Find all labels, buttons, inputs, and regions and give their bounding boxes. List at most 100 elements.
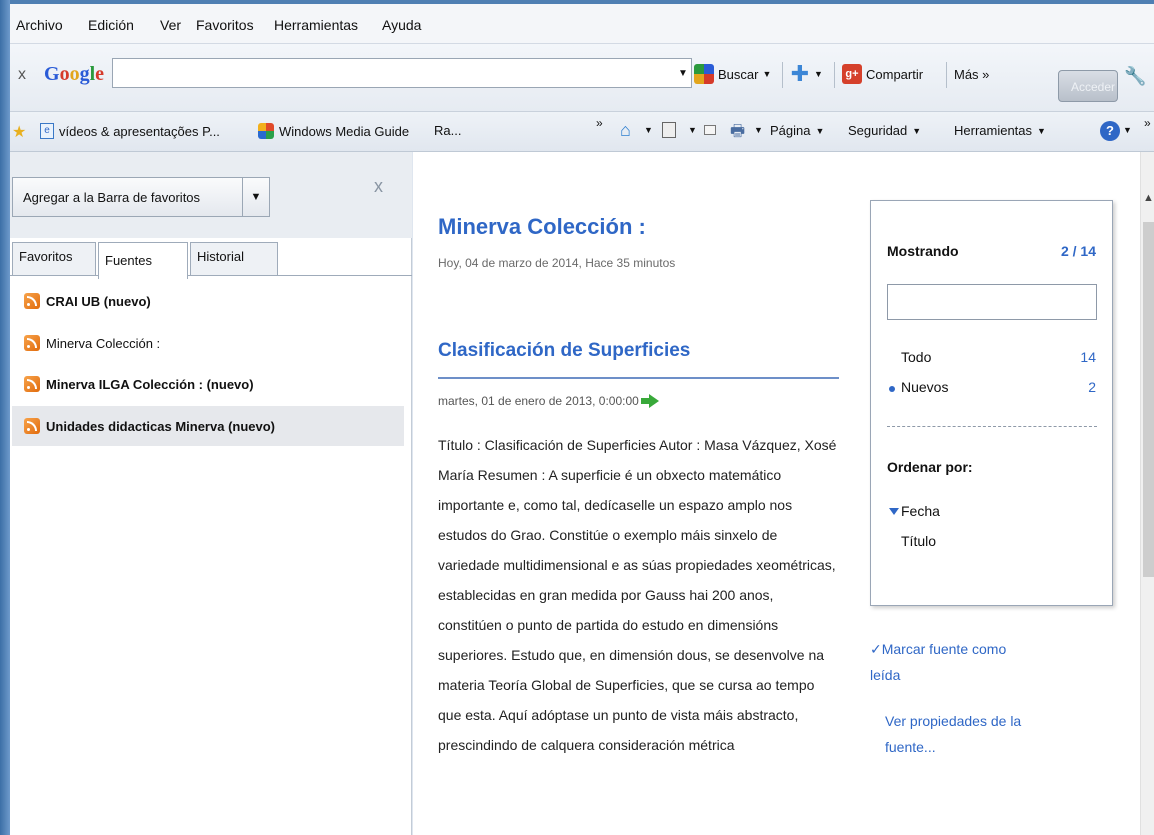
chevrons-right-icon[interactable]: » [596,116,603,130]
chevron-down-icon[interactable]: ▼ [1123,125,1132,135]
tab-favoritos[interactable]: Favoritos [12,242,96,276]
wrench-icon[interactable]: 🔧 [1124,66,1146,87]
favorite-label: vídeos & apresentações P... [59,123,220,139]
favorite-label: Windows Media Guide [279,123,410,139]
print-icon[interactable]: 🖶 [730,120,745,147]
feed-item-minerva-ilga[interactable]: Minerva ILGA Colección : (nuevo) [12,368,404,400]
menu-ayuda[interactable]: Ayuda [382,17,421,33]
tab-fuentes[interactable]: Fuentes [98,242,188,279]
go-arrow-icon[interactable] [640,394,659,408]
item-date-label: martes, 01 de enero de 2013, 0:00:00 [438,394,639,408]
sort-by-date[interactable]: Fecha [901,503,940,519]
chevron-down-icon[interactable]: ▼ [243,191,269,203]
chevron-down-icon: ▼ [912,125,922,136]
mark-read-label: Marcar fuente como [881,641,1007,657]
menu-ver[interactable]: Ver [160,17,181,33]
google-toolbar: x Google ▼ Buscar ▼ ✚ ▼ g+ Compartir Más… [10,44,1154,112]
seguridad-menu[interactable]: Seguridad ▼ [848,123,921,138]
mas-button[interactable]: Más » [954,61,989,87]
feed-title[interactable]: Minerva Colección : [438,214,646,240]
chevron-down-icon: ▼ [815,125,825,136]
add-to-favorites-bar-button[interactable]: Agregar a la Barra de favoritos ▼ [12,177,270,217]
favorite-item-videos[interactable]: e vídeos & apresentações P... [40,123,220,139]
vertical-scrollbar[interactable]: ▲ [1140,152,1154,835]
acceder-button[interactable]: Acceder [1058,70,1118,102]
scrollbar-thumb[interactable] [1143,222,1154,577]
add-button[interactable]: ✚ ▼ [790,61,823,87]
pane-close-icon[interactable]: x [374,176,383,197]
google-logo: Google [44,63,105,85]
chevron-down-icon[interactable]: ▼ [754,125,763,135]
item-title-link[interactable]: Clasificación de Superficies [438,340,690,362]
showing-label: Mostrando [887,243,959,259]
buscar-button[interactable]: Buscar ▼ [694,61,771,87]
menu-edicion[interactable]: Edición [88,17,134,33]
seguridad-label: Seguridad [848,123,908,138]
chevron-down-icon: ▼ [814,69,823,79]
feed-label: Minerva Colección : [46,335,161,351]
feed-label: Unidades didacticas Minerva (nuevo) [46,418,276,434]
item-body: Título : Clasificación de Superficies Au… [438,437,837,753]
filter-panel: Mostrando 2 / 14 Todo 14 Nuevos 2 Ordena… [870,200,1113,606]
filter-all[interactable]: Todo [901,349,931,365]
filter-new[interactable]: Nuevos [901,379,948,395]
herramientas-menu[interactable]: Herramientas ▼ [954,123,1046,138]
help-icon[interactable]: ? [1100,121,1120,141]
feed-label: Minerva ILGA Colección : (nuevo) [46,376,254,392]
rss-icon [24,335,40,351]
mark-feed-read-link[interactable]: ✓Marcar fuente como leída [870,636,1006,688]
chevrons-right-icon[interactable]: » [1144,116,1151,130]
sort-by-title[interactable]: Título [901,533,936,549]
compartir-label: Compartir [866,66,924,82]
item-date: martes, 01 de enero de 2013, 0:00:00 [438,394,659,408]
toolbar-separator [782,62,783,88]
feed-item-unidades-didacticas[interactable]: Unidades didacticas Minerva (nuevo) [12,406,404,446]
menu-bar: Archivo Edición Ver Favoritos Herramient… [10,4,1154,44]
google-search-input[interactable] [112,58,692,88]
scroll-up-icon[interactable]: ▲ [1143,192,1154,204]
buscar-label: Buscar [718,66,759,82]
pagina-menu[interactable]: Página ▼ [770,123,824,138]
sort-down-icon [889,508,899,515]
chevron-down-icon: ▼ [1037,125,1046,136]
mail-icon[interactable] [704,125,716,135]
chevron-down-icon[interactable]: ▼ [688,125,697,135]
star-add-icon[interactable]: ★ [12,122,26,142]
properties-label: Ver propiedades de la [885,713,1022,729]
add-to-favorites-bar-label: Agregar a la Barra de favoritos [13,178,243,216]
chevron-down-icon[interactable]: ▼ [644,125,653,135]
google-search-icon [694,64,714,84]
mas-label: Más » [954,66,990,82]
pagina-label: Página [770,123,811,138]
filter-new-count[interactable]: 2 [1088,379,1096,395]
menu-archivo[interactable]: Archivo [16,17,63,33]
favorite-item-windows-media[interactable]: Windows Media Guide [258,123,409,139]
home-icon[interactable]: ⌂ [620,120,631,141]
search-dropdown-icon[interactable]: ▼ [678,68,688,79]
google-toolbar-close-icon[interactable]: x [18,66,26,84]
feed-item-minerva-coleccion[interactable]: Minerva Colección : [12,327,404,359]
view-feed-properties-link[interactable]: Ver propiedades de la fuente... [885,708,1021,760]
compartir-button[interactable]: g+ Compartir [842,61,923,87]
favorite-item-ra[interactable]: Ra... [434,123,461,138]
plus-icon: ✚ [790,61,810,86]
menu-herramientas[interactable]: Herramientas [274,17,358,33]
showing-count: 2 / 14 [1060,243,1096,259]
toolbar-separator [834,62,835,88]
menu-favoritos[interactable]: Favoritos [196,17,254,33]
tab-historial[interactable]: Historial [190,242,278,276]
sort-by-label: Ordenar por: [887,459,973,475]
filter-all-count[interactable]: 14 [1080,349,1096,365]
feed-content: Minerva Colección : Hoy, 04 de marzo de … [413,152,1140,835]
tab-divider [10,275,412,276]
rss-icon [24,418,40,434]
feed-item-crai-ub[interactable]: CRAI UB (nuevo) [12,285,404,317]
google-plus-icon: g+ [842,64,862,84]
favorites-bar: ★ e vídeos & apresentações P... Windows … [10,112,1154,152]
favorites-center-pane: Agregar a la Barra de favoritos ▼ x Favo… [10,152,412,835]
filter-search-input[interactable] [887,284,1097,320]
feeds-icon[interactable] [662,122,676,138]
selected-dot-icon [889,386,895,392]
item-divider [438,377,839,379]
mark-read-label-2: leída [870,667,901,683]
